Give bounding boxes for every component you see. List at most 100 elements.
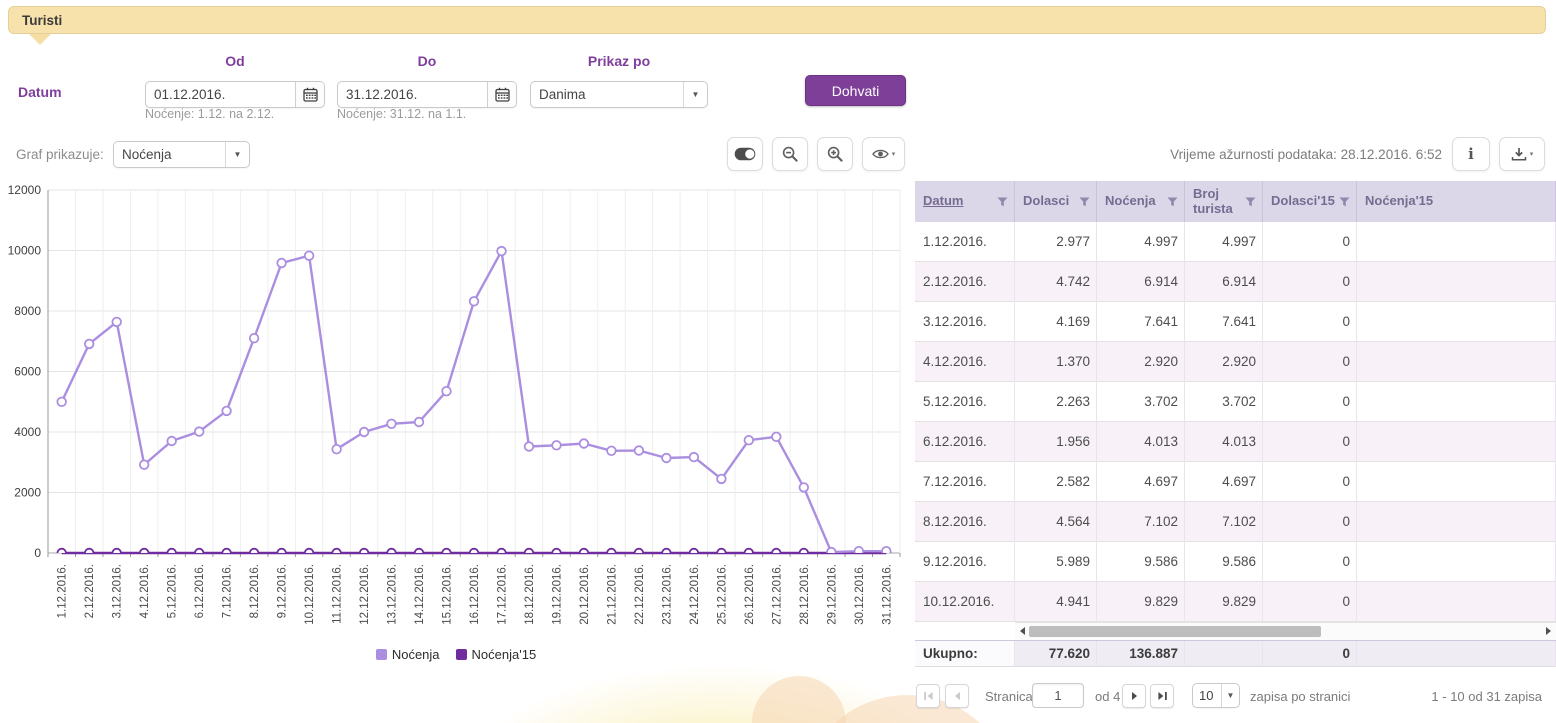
table-row[interactable]: 5.12.2016.2.2633.7023.7020 [915,382,1556,422]
svg-text:6.12.2016.: 6.12.2016. [194,564,206,618]
column-header-no-enja-15[interactable]: Noćenja'15 [1357,181,1556,222]
table-row[interactable]: 8.12.2016.4.5647.1027.1020 [915,502,1556,542]
column-label: Broj turista [1193,187,1246,217]
scrollbar-thumb[interactable] [1029,626,1321,637]
toggle-icon [734,147,756,161]
table-row[interactable]: 2.12.2016.4.7426.9146.9140 [915,262,1556,302]
first-page-button[interactable] [916,684,940,708]
cell-value: 3.702 [1185,382,1263,422]
next-page-button[interactable] [1122,684,1146,708]
chevron-down-icon: ▼ [684,82,707,107]
graf-prikazuje-label: Graf prikazuje: [16,147,104,162]
table-row[interactable]: 9.12.2016.5.9899.5869.5860 [915,542,1556,582]
graf-prikazuje-select[interactable]: Noćenja ▼ [113,141,250,168]
filter-icon[interactable] [1245,197,1256,207]
table-body: 1.12.2016.2.9774.9974.99702.12.2016.4.74… [915,222,1556,622]
column-header-datum[interactable]: Datum [915,181,1015,222]
filter-icon[interactable] [997,197,1008,207]
total-value: 0 [1263,641,1357,667]
info-button[interactable]: i [1452,137,1490,171]
tab-turisti[interactable]: Turisti [9,13,62,28]
next-page-icon [1129,691,1140,701]
cell-value: 0 [1263,502,1357,542]
cell-value: 2.920 [1097,342,1185,382]
export-button[interactable]: ▾ [1499,137,1545,171]
cell-value: 9.829 [1097,582,1185,622]
cell-value: 7.641 [1097,302,1185,342]
prikaz-po-value: Danima [531,82,684,107]
legend-swatch-nocenja [376,649,387,660]
svg-text:7.12.2016.: 7.12.2016. [222,564,234,618]
svg-text:2000: 2000 [14,486,41,500]
svg-text:29.12.2016.: 29.12.2016. [826,564,838,625]
total-label: Ukupno: [915,641,1015,667]
table-row[interactable]: 3.12.2016.4.1697.6417.6410 [915,302,1556,342]
filter-icon[interactable] [1079,197,1090,207]
cell-value: 5.989 [1015,542,1097,582]
table-row[interactable]: 6.12.2016.1.9564.0134.0130 [915,422,1556,462]
line-chart[interactable]: 0200040006000800010000120001.12.2016.2.1… [0,183,912,661]
cell-value: 2.263 [1015,382,1097,422]
filter-icon[interactable] [1339,197,1350,207]
chevron-down-icon: ▾ [1530,150,1534,158]
svg-text:14.12.2016.: 14.12.2016. [414,564,426,625]
date-from-hint: Noćenje: 1.12. na 2.12. [145,107,274,121]
table-row[interactable]: 10.12.2016.4.9419.8299.8290 [915,582,1556,622]
date-to-input[interactable] [338,82,487,107]
decor-blob-peach-small [752,676,846,723]
table-row[interactable]: 4.12.2016.1.3702.9202.9200 [915,342,1556,382]
download-icon [1511,147,1527,161]
updated-time-text: Vrijeme ažurnosti podataka: 28.12.2016. … [1170,147,1442,162]
cell-value [1357,262,1556,302]
filter-icon[interactable] [1167,197,1178,207]
table-total-row: Ukupno:77.620136.8870 [915,640,1556,667]
chevron-down-icon: ▼ [226,142,249,167]
cell-value [1357,342,1556,382]
column-header-dolasci[interactable]: Dolasci [1015,181,1097,222]
page-size-select[interactable]: 10 ▼ [1192,683,1240,708]
prikaz-po-select[interactable]: Danima ▼ [530,81,708,108]
svg-text:4.12.2016.: 4.12.2016. [139,564,151,618]
cell-date: 5.12.2016. [915,382,1015,422]
zoom-in-button[interactable] [817,137,853,171]
horizontal-scrollbar[interactable] [1015,622,1556,640]
last-page-button[interactable] [1150,684,1174,708]
table-row[interactable]: 1.12.2016.2.9774.9974.9970 [915,222,1556,262]
page-size-label: zapisa po stranici [1250,689,1350,704]
column-label: Datum [923,194,963,209]
calendar-icon[interactable] [295,82,324,107]
series-visibility-button[interactable]: ▾ [862,137,905,171]
calendar-icon[interactable] [487,82,516,107]
svg-text:18.12.2016.: 18.12.2016. [524,564,536,625]
svg-text:31.12.2016.: 31.12.2016. [881,564,893,625]
svg-text:11.12.2016.: 11.12.2016. [332,564,344,624]
scrollbar-gap [915,622,1015,640]
cell-value: 0 [1263,382,1357,422]
legend-item[interactable]: Noćenja [376,647,440,662]
svg-text:9.12.2016.: 9.12.2016. [277,564,289,618]
previous-page-button[interactable] [945,684,969,708]
svg-text:10.12.2016.: 10.12.2016. [304,564,316,625]
page-number-input[interactable] [1032,683,1084,708]
column-header-no-enja[interactable]: Noćenja [1097,181,1185,222]
svg-text:16.12.2016.: 16.12.2016. [469,564,481,625]
zoom-out-button[interactable] [772,137,808,171]
date-to-box [337,81,517,108]
column-header-dolasci-15[interactable]: Dolasci'15 [1263,181,1357,222]
scroll-right-icon[interactable] [1546,627,1551,635]
tab-bar: Turisti [8,6,1546,34]
svg-text:23.12.2016.: 23.12.2016. [661,564,673,625]
decor-blob-yellow [450,664,990,723]
total-value [1357,641,1556,667]
column-header-broj-turista[interactable]: Broj turista [1185,181,1263,222]
cell-value: 4.013 [1185,422,1263,462]
chart-toggle-button[interactable] [727,137,763,171]
svg-text:15.12.2016.: 15.12.2016. [442,564,454,625]
dohvati-button[interactable]: Dohvati [805,75,906,106]
date-from-input[interactable] [146,82,295,107]
table-row[interactable]: 7.12.2016.2.5824.6974.6970 [915,462,1556,502]
scroll-left-icon[interactable] [1020,627,1025,635]
legend-item[interactable]: Noćenja'15 [456,647,537,662]
svg-text:6000: 6000 [14,365,41,379]
column-label: Noćenja [1105,194,1156,209]
